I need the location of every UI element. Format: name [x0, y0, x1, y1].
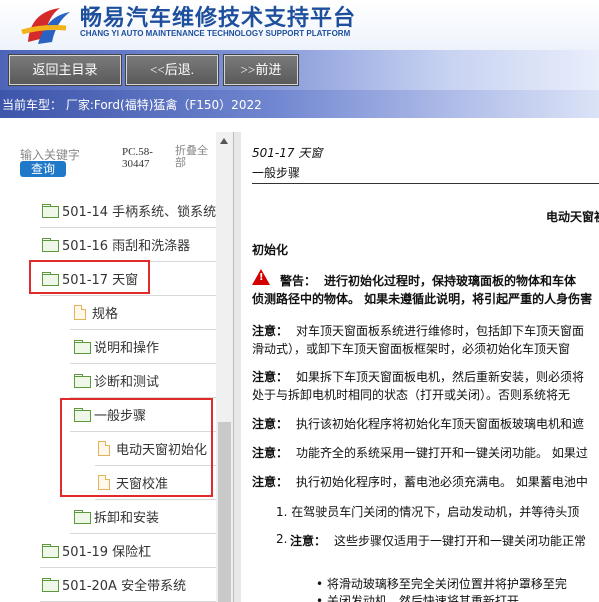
back-button[interactable]: <<后退.: [125, 54, 219, 86]
step-2-label: 注意：: [290, 534, 327, 548]
tree-scrollbar[interactable]: [216, 132, 233, 602]
platform-title: 畅易汽车维修技术支持平台: [80, 6, 357, 31]
warning-icon: !: [252, 269, 270, 285]
doc-section: 501-17 天窗: [252, 146, 323, 160]
note1-label: 注意：: [252, 324, 289, 338]
highlight-box: [60, 398, 213, 497]
tree-item-description[interactable]: 说明和操作: [74, 329, 159, 363]
document-pane: 501-17 天窗 一般步骤 电动天窗初 初始化 ! 警告： 进行初始化过程时，…: [246, 132, 599, 602]
pane-divider[interactable]: [233, 132, 241, 602]
step-2-number: 2.: [276, 532, 288, 546]
note4-label: 注意：: [252, 446, 289, 460]
current-model-bar: 当前车型： 厂家:Ford(福特)猛禽（F150）2022: [0, 90, 599, 118]
logo-icon: [21, 8, 70, 44]
warning-label: 警告：: [280, 274, 317, 288]
tree-item-specs[interactable]: 规格: [74, 295, 118, 329]
init-title: 初始化: [252, 243, 289, 257]
platform-subtitle: CHANG YI AUTO MAINTENANCE TECHNOLOGY SUP…: [80, 29, 351, 38]
note1-text: 对车顶天窗面板系统进行维修时，包括卸下车顶天窗面: [296, 324, 585, 338]
step-1: 1. 在驾驶员车门关闭的情况下，启动发动机，并等待头顶: [276, 505, 580, 519]
note5-label: 注意：: [252, 475, 289, 489]
current-model-text: 当前车型： 厂家:Ford(福特)猛禽（F150）2022: [2, 98, 262, 112]
step-2-text: 这些步骤仅适用于一键打开和一键关闭功能正常: [334, 534, 587, 548]
collapse-all-link[interactable]: 折叠全部: [175, 145, 215, 169]
search-button[interactable]: 查询: [20, 161, 66, 177]
doc-heading: 电动天窗初: [546, 210, 599, 224]
nav-bar: 返回主目录 <<后退. >>前进: [0, 50, 599, 90]
bullet-1: • 将滑动玻璃移至完全关闭位置并将护罩移至完: [316, 577, 567, 591]
note3-label: 注意：: [252, 417, 289, 431]
scroll-thumb[interactable]: [218, 422, 231, 602]
tree-item-501-20a[interactable]: 501-20A 安全带系统: [42, 567, 186, 601]
folder-icon: [42, 238, 59, 252]
tree-item-removal-install[interactable]: 拆卸和安装: [74, 499, 159, 533]
warning-text-2: 侦测路径中的物体。 如果未遵循此说明，将引起严重的人身伤害: [252, 292, 593, 306]
divider-line: [252, 183, 599, 184]
folder-icon: [74, 510, 91, 524]
note5-text: 执行初始化程序时，蓄电池必须充满电。 如果蓄电池中: [296, 475, 588, 489]
home-button[interactable]: 返回主目录: [8, 54, 122, 86]
folder-icon: [74, 340, 91, 354]
note4-text: 功能齐全的系统采用一键打开和一键关闭功能。 如果过: [296, 446, 588, 460]
tree-item-501-14[interactable]: 501-14 手柄系统、锁系统、: [42, 193, 229, 227]
tree-item-501-19[interactable]: 501-19 保险杠: [42, 533, 151, 567]
bullet-2: • 关闭发动机，然后快速将其重新打开。: [316, 594, 531, 602]
tree-item-diagnosis[interactable]: 诊断和测试: [74, 363, 159, 397]
app-header: 畅易汽车维修技术支持平台 CHANG YI AUTO MAINTENANCE T…: [0, 0, 599, 50]
tree-item-501-16[interactable]: 501-16 雨刮和洗涤器: [42, 227, 190, 261]
folder-icon: [42, 578, 59, 592]
scroll-up-icon[interactable]: [220, 138, 228, 144]
note1-text-2: 滑动式），或卸下车顶天窗面板框架时，必须初始化车顶天窗: [252, 342, 571, 356]
forward-button[interactable]: >>前进: [223, 54, 299, 86]
doc-subsection: 一般步骤: [252, 166, 301, 180]
folder-icon: [74, 374, 91, 388]
note3-text: 执行该初始化程序将初始化车顶天窗面板玻璃电机和遮: [296, 417, 585, 431]
tree-pane: 输入关键字 查询 PC.58-30447 折叠全部 501-14 手柄系统、锁系…: [0, 132, 233, 602]
note2-label: 注意：: [252, 370, 289, 384]
pc-code: PC.58-30447: [122, 146, 153, 170]
page-icon: [74, 304, 86, 320]
warning-text: 进行初始化过程时，保持玻璃面板的物体和车体: [324, 274, 577, 288]
folder-icon: [42, 204, 59, 218]
note2-text-2: 处于与拆卸电机时相同的状态（打开或关闭）。否则系统将无: [252, 388, 571, 402]
folder-icon: [42, 544, 59, 558]
highlight-box: [29, 260, 150, 294]
note2-text: 如果拆下车顶天窗面板电机，然后重新安装，则必须将: [296, 370, 585, 384]
